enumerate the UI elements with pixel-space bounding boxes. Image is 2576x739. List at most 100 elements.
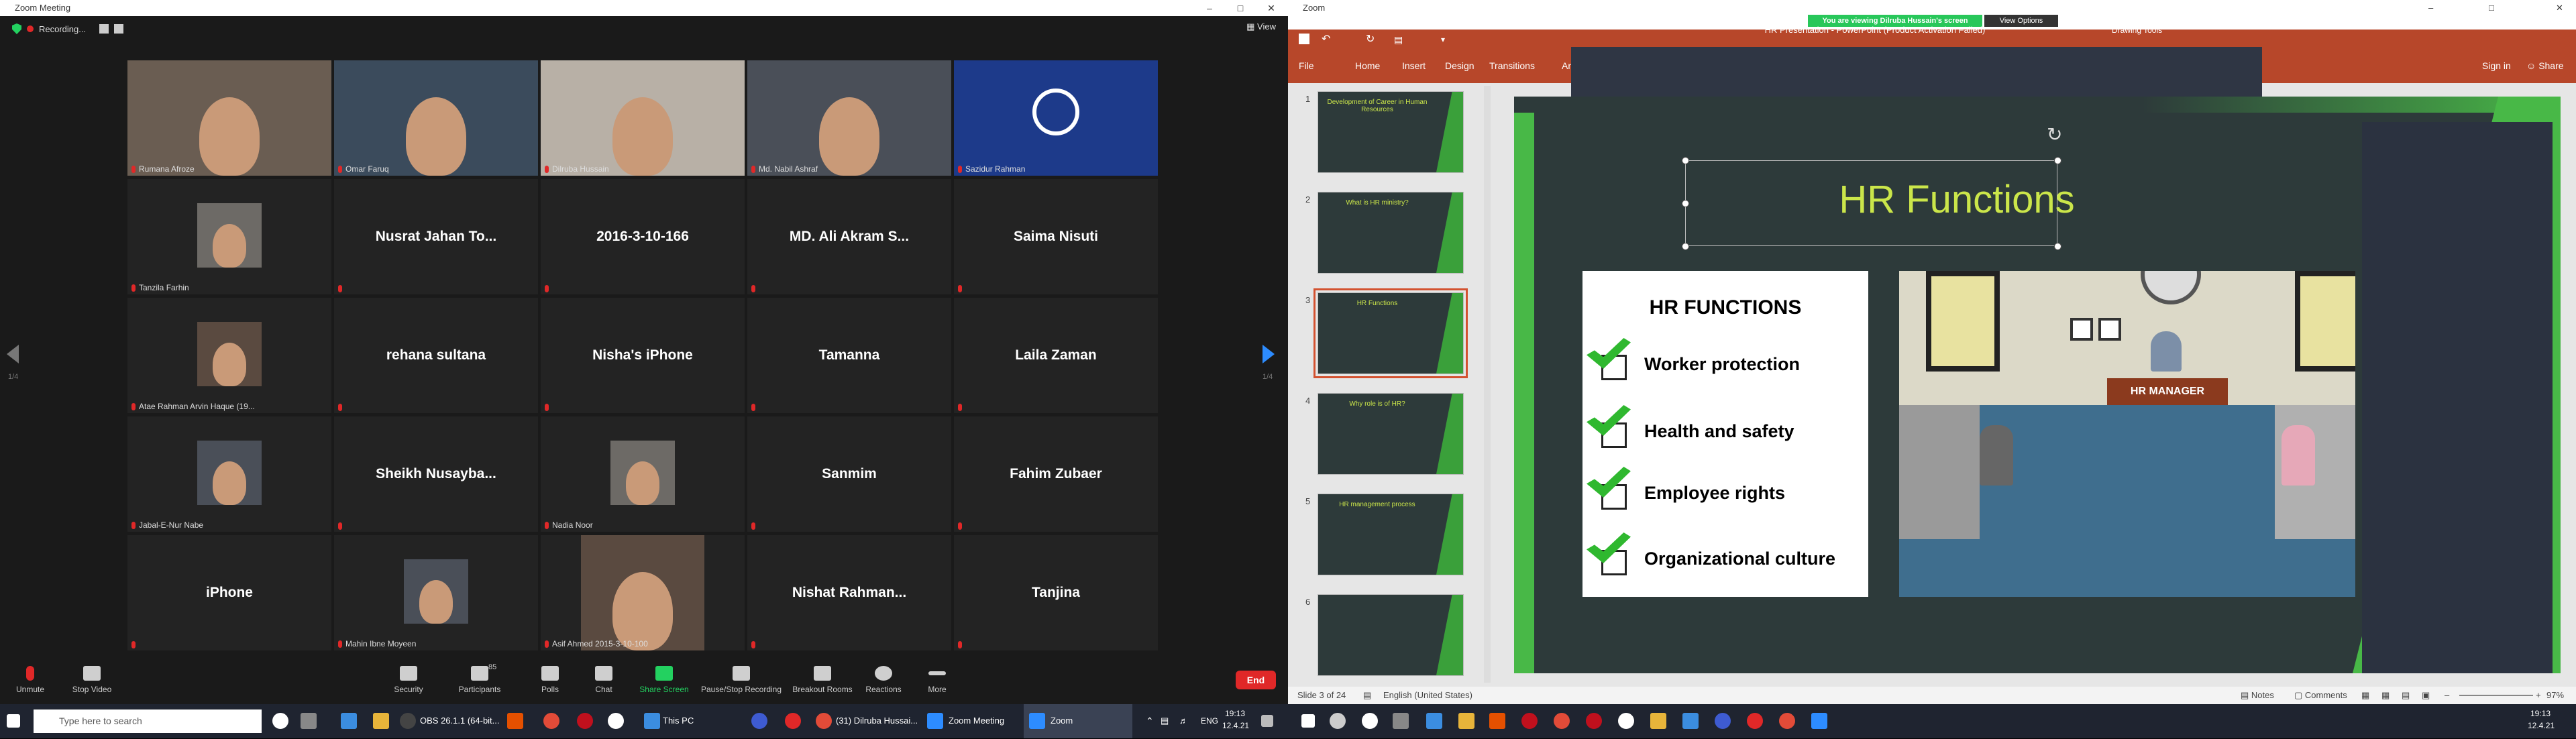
taskbar-item-zoom[interactable]: Zoom: [1051, 711, 1073, 731]
participant-tile[interactable]: Laila Zaman: [954, 298, 1158, 413]
notes-button[interactable]: ▤ Notes: [2241, 687, 2274, 704]
tab-insert[interactable]: Insert: [1402, 60, 1426, 71]
maximize-icon[interactable]: □: [1225, 0, 1256, 16]
resize-handle[interactable]: [1682, 157, 1689, 164]
zoom-slider[interactable]: [2459, 695, 2533, 696]
participant-tile[interactable]: Jabal-E-Nur Nabe: [127, 416, 331, 532]
sign-in-link[interactable]: Sign in: [2482, 60, 2511, 71]
zoom-meeting-icon[interactable]: [927, 713, 943, 729]
calculator-icon[interactable]: [341, 713, 357, 729]
polls-button[interactable]: Polls: [520, 663, 580, 694]
chrome-icon[interactable]: [543, 713, 559, 729]
chrome-window-icon[interactable]: [1779, 713, 1795, 729]
close-icon[interactable]: ✕: [2556, 0, 2563, 16]
next-page-icon[interactable]: [1263, 345, 1275, 363]
taskbar-item-obs[interactable]: OBS 26.1.1 (64-bit...: [420, 711, 500, 731]
store-icon[interactable]: [373, 713, 389, 729]
maps-icon[interactable]: [608, 713, 624, 729]
participant-tile[interactable]: Asif Ahmed 2015-3-10-100: [541, 535, 745, 650]
taskbar-item-this-pc[interactable]: This PC: [663, 711, 694, 731]
office-icon[interactable]: [1489, 713, 1505, 729]
reactions-button[interactable]: Reactions: [853, 663, 914, 694]
chrome-icon[interactable]: [1554, 713, 1570, 729]
participant-tile[interactable]: Fahim Zubaer: [954, 416, 1158, 532]
obs-icon[interactable]: [400, 713, 416, 729]
slide-thumbnail[interactable]: [1318, 594, 1464, 676]
resize-handle[interactable]: [1682, 243, 1689, 250]
pause-stop-recording-button[interactable]: Pause/Stop Recording: [698, 663, 785, 694]
reading-view-icon[interactable]: ▤: [2402, 687, 2410, 704]
slide-sorter-icon[interactable]: ▦: [2381, 687, 2390, 704]
slide-thumbnail[interactable]: HR management process: [1318, 494, 1464, 575]
slide-title[interactable]: HR Functions: [1756, 177, 2158, 222]
opera-gx-icon[interactable]: [1586, 713, 1602, 729]
stop-recording-icon[interactable]: [114, 24, 124, 34]
slide-thumbnail[interactable]: Development of Career in Human Resources: [1318, 91, 1464, 173]
participant-tile[interactable]: Sazidur Rahman: [954, 60, 1158, 176]
minimize-icon[interactable]: –: [2428, 0, 2433, 16]
pause-recording-icon[interactable]: [99, 24, 109, 34]
tab-home[interactable]: Home: [1355, 60, 1380, 71]
participant-tile[interactable]: 2016-3-10-166: [541, 179, 745, 294]
end-meeting-button[interactable]: End: [1236, 671, 1276, 689]
this-pc-icon[interactable]: [1682, 713, 1699, 729]
office-icon[interactable]: [507, 713, 523, 729]
notifications-icon[interactable]: [1261, 715, 1273, 727]
unmute-button[interactable]: Unmute: [0, 663, 60, 694]
minimize-icon[interactable]: –: [1194, 0, 1225, 16]
clock-date[interactable]: 12.4.21: [1222, 719, 1249, 739]
windows-start-icon[interactable]: [7, 714, 20, 728]
maps-icon[interactable]: [1618, 713, 1634, 729]
file-explorer-icon[interactable]: [1650, 713, 1666, 729]
maximize-icon[interactable]: □: [2489, 0, 2494, 16]
chrome-window-icon[interactable]: [816, 713, 832, 729]
this-pc-icon[interactable]: [644, 713, 660, 729]
task-view-icon[interactable]: [1393, 713, 1409, 729]
participant-tile[interactable]: Atae Rahman Arvin Haque (19...: [127, 298, 331, 413]
calculator-icon[interactable]: [1426, 713, 1442, 729]
obs-studio-icon[interactable]: [751, 713, 767, 729]
stop-video-button[interactable]: Stop Video: [62, 663, 122, 694]
breakout-rooms-button[interactable]: Breakout Rooms: [789, 663, 856, 694]
slide-thumbnail[interactable]: Why role is of HR?: [1318, 393, 1464, 475]
zoom-out-icon[interactable]: –: [2445, 687, 2449, 704]
participant-tile[interactable]: Tamanna: [747, 298, 951, 413]
taskbar-item-chrome[interactable]: (31) Dilruba Hussai...: [836, 711, 918, 731]
participant-tile[interactable]: Md. Nabil Ashraf: [747, 60, 951, 176]
accessibility-icon[interactable]: ▤: [1363, 687, 1371, 704]
task-view-icon[interactable]: [301, 713, 317, 729]
participants-button[interactable]: Participants 85: [449, 663, 510, 694]
record-icon[interactable]: [1747, 713, 1763, 729]
cortana-icon[interactable]: [1362, 713, 1378, 729]
participant-tile[interactable]: Saima Nisuti: [954, 179, 1158, 294]
normal-view-icon[interactable]: ▦: [2361, 687, 2369, 704]
store-icon[interactable]: [1458, 713, 1474, 729]
slide-canvas[interactable]: ↻ HR Functions HR FUNCTIONS Worker prote…: [1514, 97, 2561, 673]
slide-thumbnail[interactable]: What is HR ministry?: [1318, 192, 1464, 274]
more-button[interactable]: More: [907, 663, 967, 694]
zoom-level[interactable]: 97%: [2546, 687, 2564, 704]
search-icon[interactable]: [1330, 713, 1346, 729]
resize-handle[interactable]: [2054, 157, 2061, 164]
opera-icon[interactable]: [1521, 713, 1538, 729]
prev-page-icon[interactable]: [7, 345, 19, 363]
network-icon[interactable]: ▤: [1161, 711, 1169, 731]
taskbar-search-input[interactable]: Type here to search: [34, 709, 262, 733]
participant-tile[interactable]: MD. Ali Akram S...: [747, 179, 951, 294]
participant-tile[interactable]: Tanzila Farhin: [127, 179, 331, 294]
obs-studio-icon[interactable]: [1715, 713, 1731, 729]
zoom-in-icon[interactable]: +: [2536, 687, 2541, 704]
close-icon[interactable]: ✕: [1256, 0, 1287, 16]
cortana-icon[interactable]: [272, 713, 288, 729]
tab-file[interactable]: File: [1299, 60, 1314, 71]
slideshow-icon[interactable]: ▣: [2422, 687, 2430, 704]
participant-tile[interactable]: Tanjina: [954, 535, 1158, 650]
participant-tile[interactable]: Nisha's iPhone: [541, 298, 745, 413]
volume-icon[interactable]: ♬: [1179, 711, 1188, 731]
participant-tile[interactable]: Sheikh Nusayba...: [334, 416, 538, 532]
participant-tile[interactable]: Sanmim: [747, 416, 951, 532]
thumbnail-scrollbar[interactable]: [1484, 86, 1491, 683]
comments-button[interactable]: ▢ Comments: [2294, 687, 2347, 704]
tab-transitions[interactable]: Transitions: [1489, 60, 1535, 71]
tab-design[interactable]: Design: [1445, 60, 1474, 71]
